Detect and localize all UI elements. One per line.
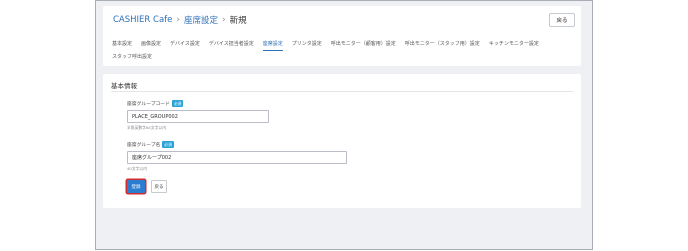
- tab-item[interactable]: スタッフ呼出設定: [112, 53, 152, 60]
- back-button-top[interactable]: 戻る: [549, 13, 575, 27]
- name-input[interactable]: 座席グループ002: [127, 151, 347, 164]
- chevron-right-icon: ›: [176, 15, 180, 25]
- app-window: CASHIER Cafe › 座席設定 › 新規 戻る 基本設定 画像設定 デバイス…: [95, 0, 593, 250]
- breadcrumb-section-link[interactable]: 座席設定: [184, 14, 218, 26]
- breadcrumb-app-link[interactable]: CASHIER Cafe: [113, 15, 172, 25]
- back-button[interactable]: 戻る: [151, 180, 167, 193]
- breadcrumb-current: 新規: [229, 16, 247, 26]
- chevron-right-icon: ›: [222, 15, 226, 25]
- code-help-text: 半角英数字64文字以内: [127, 125, 167, 130]
- tab-item[interactable]: 座席設定: [262, 40, 283, 51]
- tab-item[interactable]: 呼出モニター（スタッフ用）設定: [405, 40, 480, 47]
- breadcrumb: CASHIER Cafe › 座席設定 › 新規: [113, 14, 247, 26]
- required-badge: 必須: [171, 100, 184, 107]
- section-title: 基本情報: [111, 82, 137, 90]
- tab-item[interactable]: 基本設定: [112, 40, 132, 47]
- section-divider: [111, 91, 573, 92]
- tab-item[interactable]: キッチンモニター設定: [489, 40, 539, 47]
- submit-button[interactable]: 登録: [127, 180, 145, 193]
- code-input[interactable]: PLACE_GROUP002: [127, 110, 269, 123]
- code-field-label: 座席グループコード 必須: [127, 100, 184, 107]
- tab-item[interactable]: プリンタ設定: [292, 40, 322, 47]
- tab-item[interactable]: デバイス担当者設定: [209, 40, 254, 47]
- name-field-label: 座席グループ名 必須: [127, 141, 174, 148]
- tab-item[interactable]: デバイス設定: [170, 40, 200, 47]
- tab-item[interactable]: 画像設定: [141, 40, 161, 47]
- code-label-text: 座席グループコード: [127, 102, 170, 107]
- name-help-text: 40文字以内: [127, 166, 148, 171]
- header-card: CASHIER Cafe › 座席設定 › 新規 戻る 基本設定 画像設定 デバイス…: [103, 6, 581, 66]
- tab-row-1: 基本設定 画像設定 デバイス設定 デバイス担当者設定 座席設定 プリンタ設定 呼出モニター（…: [112, 37, 574, 51]
- required-badge: 必須: [162, 141, 174, 148]
- form-card: 基本情報 座席グループコード 必須 PLACE_GROUP002 半角英数字64…: [103, 74, 581, 208]
- tab-row-2: スタッフ呼出設定: [112, 50, 574, 63]
- name-label-text: 座席グループ名: [127, 143, 161, 148]
- settings-tabs: 基本設定 画像設定 デバイス設定 デバイス担当者設定 座席設定 プリンタ設定 呼出モニター（…: [112, 37, 574, 63]
- tab-item[interactable]: 呼出モニター（顧客用）設定: [331, 40, 396, 47]
